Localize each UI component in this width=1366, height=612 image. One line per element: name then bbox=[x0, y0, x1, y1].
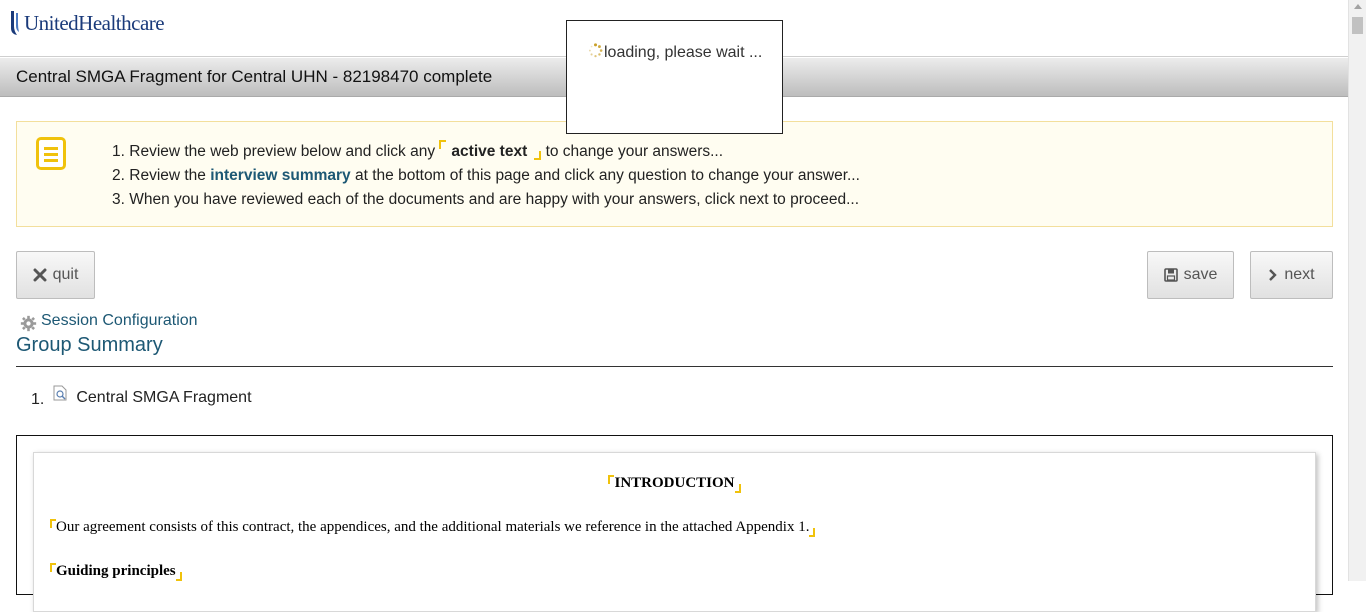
instructions-panel: 1. Review the web preview below and clic… bbox=[16, 121, 1333, 227]
active-text-paragraph[interactable]: Our agreement consists of this contract,… bbox=[50, 519, 815, 535]
brand-name: UnitedHealthcare bbox=[24, 10, 165, 35]
document-preview-frame: INTRODUCTION Our agreement consists of t… bbox=[16, 435, 1333, 612]
list-item-label[interactable]: Central SMGA Fragment bbox=[76, 389, 251, 407]
active-text-heading[interactable]: INTRODUCTION bbox=[608, 475, 740, 491]
preview-paragraph: Our agreement consists of this contract,… bbox=[50, 519, 815, 536]
divider bbox=[16, 366, 1333, 367]
instructions-list: 1. Review the web preview below and clic… bbox=[112, 140, 860, 212]
quit-button[interactable]: quit bbox=[16, 251, 95, 299]
instruction-step-2: 2. Review the interview summary at the b… bbox=[112, 167, 860, 184]
chevron-right-icon bbox=[1269, 269, 1278, 281]
quit-label: quit bbox=[52, 266, 79, 283]
loading-dialog: loading, please wait ... bbox=[566, 20, 783, 134]
document-page: INTRODUCTION Our agreement consists of t… bbox=[33, 452, 1316, 612]
session-configuration-label: Session Configuration bbox=[41, 311, 198, 329]
instruction-step-1: 1. Review the web preview below and clic… bbox=[112, 143, 724, 160]
preview-subheading: Guiding principles bbox=[50, 563, 182, 580]
session-configuration-link[interactable]: Session Configuration bbox=[20, 309, 198, 332]
gear-icon bbox=[20, 315, 37, 332]
floppy-disk-icon bbox=[1163, 268, 1178, 282]
active-text-example: active text bbox=[439, 143, 541, 160]
brand-mark-icon bbox=[11, 11, 19, 35]
close-x-icon bbox=[33, 268, 47, 282]
active-text-subheading[interactable]: Guiding principles bbox=[50, 563, 182, 579]
scrollbar-thumb[interactable] bbox=[1352, 17, 1363, 34]
brand-logo[interactable]: UnitedHealthcare bbox=[8, 10, 165, 36]
next-label: next bbox=[1284, 266, 1315, 283]
group-summary-heading: Group Summary bbox=[16, 334, 163, 356]
next-button[interactable]: next bbox=[1250, 251, 1333, 299]
loading-text: loading, please wait ... bbox=[604, 44, 763, 61]
document-icon bbox=[53, 385, 67, 401]
interview-summary-link[interactable]: interview summary bbox=[210, 167, 350, 184]
page-title: Central SMGA Fragment for Central UHN - … bbox=[16, 67, 493, 86]
instruction-step-3: 3. When you have reviewed each of the do… bbox=[112, 191, 860, 208]
list-item-number: 1. bbox=[31, 391, 45, 408]
note-icon bbox=[36, 137, 66, 170]
list-item[interactable]: 1. Central SMGA Fragment bbox=[31, 385, 252, 409]
save-label: save bbox=[1183, 266, 1218, 283]
preview-heading: INTRODUCTION bbox=[34, 475, 1315, 492]
spinner-icon bbox=[588, 43, 603, 58]
vertical-scrollbar[interactable] bbox=[1348, 0, 1366, 581]
save-button[interactable]: save bbox=[1147, 251, 1234, 299]
scroll-up-arrow-icon[interactable] bbox=[1354, 4, 1362, 9]
